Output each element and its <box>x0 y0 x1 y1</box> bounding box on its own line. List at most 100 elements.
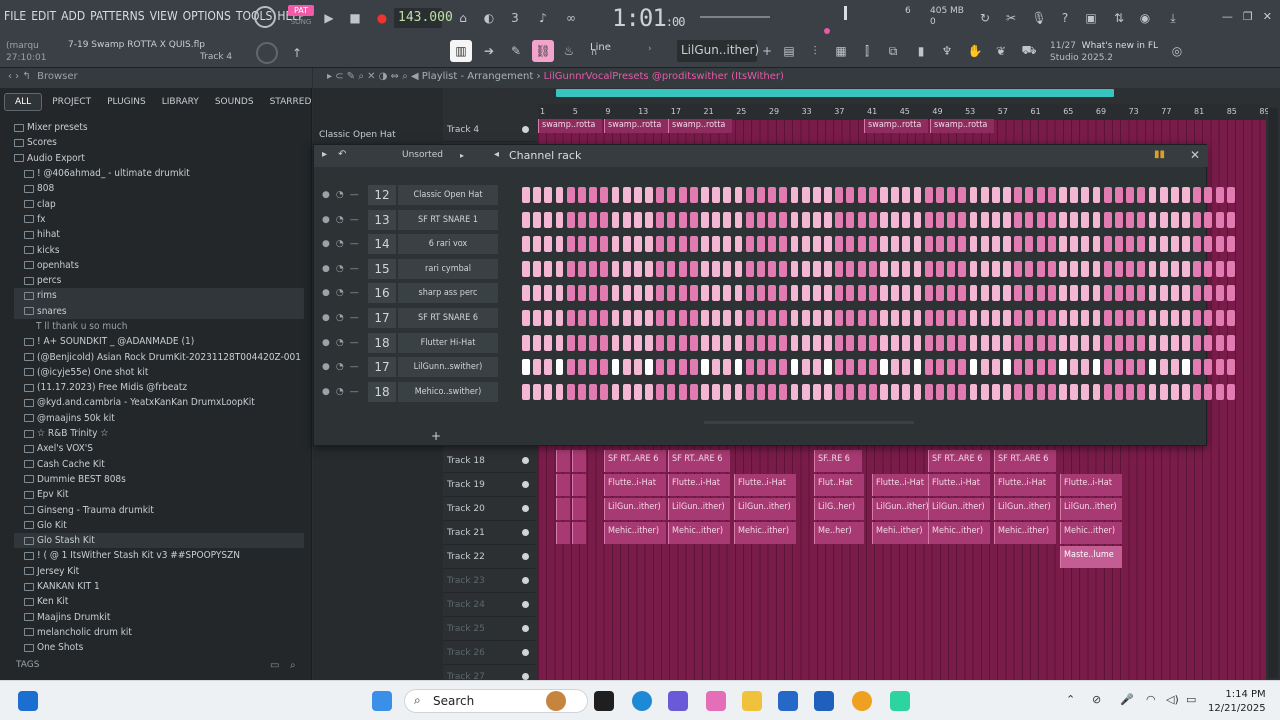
pattern-clip[interactable] <box>572 474 586 496</box>
step-button[interactable] <box>1036 383 1045 400</box>
step-button[interactable] <box>1003 211 1011 228</box>
pattern-clip[interactable]: Mehic..ither) <box>928 522 990 544</box>
step-button[interactable] <box>980 260 989 277</box>
step-button[interactable] <box>522 310 530 326</box>
volume-knob-icon[interactable]: — <box>350 338 359 348</box>
step-button[interactable] <box>701 211 709 228</box>
step-button[interactable] <box>868 211 877 228</box>
step-button[interactable] <box>1081 236 1090 253</box>
step-button[interactable] <box>1070 334 1079 351</box>
step-button[interactable] <box>857 383 866 400</box>
step-button[interactable] <box>1081 211 1090 228</box>
step-button[interactable] <box>656 211 665 228</box>
step-button[interactable] <box>1226 285 1235 302</box>
step-button[interactable] <box>958 285 967 302</box>
step-button[interactable] <box>600 211 609 228</box>
step-button[interactable] <box>812 236 821 253</box>
step-button[interactable] <box>734 359 743 376</box>
step-button[interactable] <box>1193 236 1202 253</box>
step-button[interactable] <box>555 310 564 326</box>
step-button[interactable] <box>1182 285 1190 302</box>
battery-icon[interactable]: ▭ <box>1186 693 1196 706</box>
step-button[interactable] <box>734 285 743 302</box>
step-button[interactable] <box>611 236 620 253</box>
widgets-icon[interactable] <box>18 691 38 711</box>
browser-item[interactable]: T ll thank u so much <box>14 319 304 334</box>
pattern-clip[interactable]: Flutte..i-Hat <box>604 474 666 496</box>
browser-item[interactable]: Ginseng - Trauma drumkit <box>14 502 304 517</box>
step-button[interactable] <box>868 334 877 351</box>
step-button[interactable] <box>1025 383 1034 400</box>
step-button[interactable] <box>1036 211 1045 228</box>
step-button[interactable] <box>935 359 944 376</box>
browser-item[interactable]: Audio Export <box>14 151 304 166</box>
step-button[interactable] <box>1126 187 1135 203</box>
step-button[interactable] <box>1137 187 1146 203</box>
step-button[interactable] <box>835 285 844 302</box>
step-button[interactable] <box>689 359 698 376</box>
step-button[interactable] <box>667 236 676 253</box>
step-button[interactable] <box>1059 211 1067 228</box>
step-button[interactable] <box>566 187 575 203</box>
channel-row[interactable]: ● ◔ — 15 rari cymbal <box>322 258 1235 279</box>
step-button[interactable] <box>1226 334 1235 351</box>
step-button[interactable] <box>577 236 586 253</box>
step-button[interactable] <box>1103 334 1112 351</box>
pan-knob-icon[interactable]: ◔ <box>336 313 344 323</box>
step-button[interactable] <box>611 187 620 203</box>
file-explorer-icon[interactable] <box>742 691 762 711</box>
step-button[interactable] <box>924 359 933 376</box>
step-button[interactable] <box>701 334 709 351</box>
step-button[interactable] <box>1014 187 1023 203</box>
step-button[interactable] <box>701 187 709 203</box>
step-button[interactable] <box>1170 310 1179 326</box>
step-button[interactable] <box>1070 383 1079 400</box>
step-button[interactable] <box>645 310 653 326</box>
channel-row[interactable]: ● ◔ — 17 SF RT SNARE 6 <box>322 308 1235 328</box>
step-button[interactable] <box>1059 359 1067 376</box>
step-button[interactable] <box>947 334 956 351</box>
pan-knob-icon[interactable]: ◔ <box>336 264 344 274</box>
step-button[interactable] <box>768 334 777 351</box>
step-button[interactable] <box>1070 187 1079 203</box>
browser-item[interactable]: ! A+ SOUNDKIT _ @ADANMADE (1) <box>14 334 304 349</box>
step-button[interactable] <box>1148 310 1157 326</box>
step-button[interactable] <box>947 383 956 400</box>
step-button[interactable] <box>846 310 855 326</box>
volume-knob-icon[interactable]: — <box>350 215 359 225</box>
step-button[interactable] <box>555 383 564 400</box>
step-button[interactable] <box>689 285 698 302</box>
step-button[interactable] <box>745 260 754 277</box>
step-button[interactable] <box>1226 310 1235 326</box>
step-button[interactable] <box>902 383 911 400</box>
step-button[interactable] <box>913 211 922 228</box>
step-button[interactable] <box>935 211 944 228</box>
channel-name-button[interactable]: sharp ass perc <box>398 283 498 304</box>
mixer-track-number[interactable]: 12 <box>368 185 396 205</box>
step-button[interactable] <box>1215 260 1224 277</box>
step-button[interactable] <box>678 310 687 326</box>
undo-icon[interactable]: ↻ <box>974 7 996 29</box>
step-button[interactable] <box>633 359 642 376</box>
channel-row[interactable]: ● ◔ — 13 SF RT SNARE 1 <box>322 209 1235 230</box>
step-button[interactable] <box>566 211 575 228</box>
pattern-clip[interactable]: SF RT..ARE 6 <box>668 450 730 472</box>
step-button[interactable] <box>756 383 765 400</box>
step-button[interactable] <box>522 285 530 302</box>
step-button[interactable] <box>980 211 989 228</box>
step-button[interactable] <box>779 359 788 376</box>
browser-item[interactable]: Cash Cache Kit <box>14 457 304 472</box>
step-button[interactable] <box>880 260 888 277</box>
browser-item[interactable]: (11.17.2023) Free Midis @frbeatz <box>14 380 304 395</box>
step-button[interactable] <box>1092 285 1101 302</box>
step-button[interactable] <box>1204 285 1213 302</box>
mixer-track-number[interactable]: 13 <box>368 209 396 230</box>
download-icon[interactable]: ⤓ <box>1162 7 1184 29</box>
step-button[interactable] <box>555 285 564 302</box>
browser-item[interactable]: 808 <box>14 181 304 196</box>
step-button[interactable] <box>1003 334 1011 351</box>
step-button[interactable] <box>958 260 967 277</box>
browser-item[interactable]: One Shots <box>14 640 304 655</box>
step-button[interactable] <box>611 383 620 400</box>
track-header[interactable]: Track 21 <box>443 521 535 545</box>
